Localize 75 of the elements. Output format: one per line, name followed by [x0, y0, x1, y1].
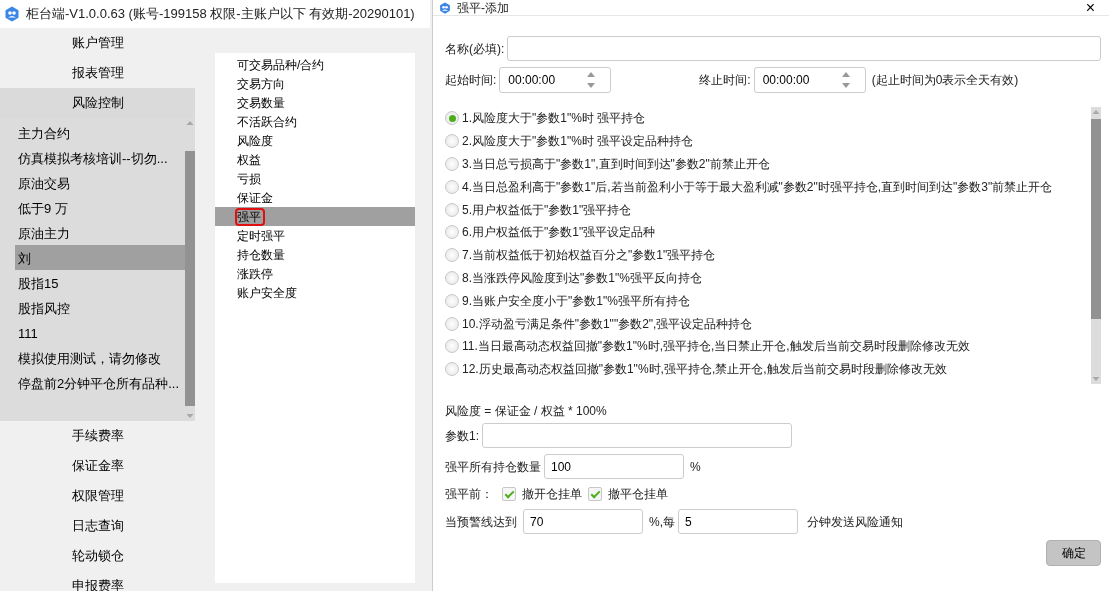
list-item[interactable]: 强平	[215, 207, 415, 226]
radio-option[interactable]: 2.风险度大于"参数1"%时 强平设定品种持仓	[445, 129, 1101, 153]
list-item[interactable]: 亏损	[215, 169, 415, 188]
checkbox-label: 撤开仓挂单	[522, 486, 582, 503]
nav-item[interactable]: 保证金率	[0, 451, 195, 481]
list-item[interactable]: 原油交易	[15, 170, 185, 195]
radio-option[interactable]: 5.用户权益低于"参数1"强平持仓	[445, 198, 1101, 221]
unit-label: %,每	[649, 513, 675, 531]
time-spinner[interactable]: 00:00:00	[753, 67, 866, 93]
radio-option[interactable]: 6.用户权益低于"参数1"强平设定品种	[445, 221, 1101, 244]
input-field[interactable]	[507, 36, 1101, 61]
list-item[interactable]: 持仓数量	[215, 245, 415, 264]
hint-text: (起止时间为0表示全天有效)	[871, 72, 1019, 89]
list-item[interactable]: 原油主力	[15, 220, 185, 245]
formula-text: 风险度 = 保证金 / 权益 * 100%	[445, 403, 608, 420]
list-item[interactable]: 账户安全度	[215, 283, 415, 302]
window-title: 柜台端-V1.0.0.63 (账号-199158 权限-主账户以下 有效期-20290101)	[26, 5, 415, 24]
nav-item[interactable]: 轮动锁仓	[0, 541, 195, 571]
field-label: 当预警线达到	[445, 513, 517, 531]
radio-option[interactable]: 1.风险度大于"参数1"%时 强平持仓	[445, 107, 1101, 130]
app-icon	[4, 6, 20, 22]
radio-option[interactable]: 8.当涨跌停风险度到达"参数1"%强平反向持仓	[445, 266, 1101, 290]
nav-item[interactable]: 账户管理	[0, 28, 195, 58]
radio-option[interactable]: 11.当日最高动态权益回撤"参数1"%时,强平持仓,当日禁止开仓,触发后当前交易时段删除修改无效	[445, 334, 1101, 358]
list-item[interactable]: 交易数量	[215, 93, 415, 112]
checkbox[interactable]	[588, 487, 602, 501]
checkbox-label: 撤平仓挂单	[608, 486, 668, 503]
list-item[interactable]: 涨跌停	[215, 264, 415, 283]
time-spinner[interactable]: 00:00:00	[499, 67, 612, 93]
list-item[interactable]: 股指15	[15, 270, 185, 295]
input-field[interactable]: 70	[523, 509, 643, 534]
list-item[interactable]: 停盘前2分钟平仓所有品种...	[15, 370, 185, 395]
nav-item[interactable]: 报表管理	[0, 58, 195, 88]
scrollbar[interactable]	[1091, 107, 1101, 384]
field-label: 参数1:	[445, 427, 479, 445]
list-item[interactable]: 定时强平	[215, 226, 415, 245]
list-item[interactable]: 股指风控	[15, 295, 185, 320]
nav-item[interactable]: 权限管理	[0, 481, 195, 511]
ok-button[interactable]: 确定	[1046, 540, 1101, 566]
list-item[interactable]: 主力合约	[15, 120, 185, 145]
list-item[interactable]: 权益	[215, 150, 415, 169]
list-item[interactable]: 风险度	[215, 131, 415, 150]
nav-item[interactable]: 手续费率	[0, 421, 195, 451]
nav-item[interactable]: 日志查询	[0, 511, 195, 541]
list-item[interactable]: 可交易品种/合约	[215, 55, 415, 74]
field-label: 强平前：	[445, 486, 493, 503]
field-label: 起始时间:	[445, 72, 497, 89]
field-label: 名称(必填):	[445, 40, 505, 58]
list-item[interactable]: 111	[15, 320, 185, 345]
dialog-title: 强平-添加	[457, 1, 509, 14]
unit-label: %	[690, 458, 701, 476]
list-item[interactable]: 交易方向	[215, 74, 415, 93]
list-item[interactable]: 不活跃合约	[215, 112, 415, 131]
input-field[interactable]: 5	[678, 509, 798, 534]
field-label: 分钟发送风险通知	[807, 513, 903, 531]
spin-arrows-icon[interactable]	[840, 70, 851, 90]
field-label: 终止时间:	[699, 72, 751, 89]
spin-arrows-icon[interactable]	[586, 70, 597, 90]
list-item[interactable]: 刘	[15, 245, 185, 270]
checkbox[interactable]	[502, 487, 516, 501]
radio-option[interactable]: 12.历史最高动态权益回撤"参数1"%时,强平持仓,禁止开仓,触发后当前交易时段删除修改无效	[445, 357, 1101, 381]
list-item[interactable]: 低于9 万	[15, 195, 185, 220]
radio-option[interactable]: 9.当账户安全度小于"参数1"%强平所有持仓	[445, 289, 1101, 313]
radio-option[interactable]: 3.当日总亏损高于"参数1",直到时间到达"参数2"前禁止开仓	[445, 152, 1101, 176]
input-field[interactable]	[482, 423, 792, 448]
radio-option[interactable]: 7.当前权益低于初始权益百分之"参数1"强平持仓	[445, 243, 1101, 267]
close-button[interactable]: ×	[1085, 0, 1095, 15]
list-item[interactable]: 模拟使用测试，请勿修改	[15, 345, 185, 370]
input-field[interactable]: 100	[544, 454, 684, 479]
field-label: 强平所有持仓数量	[445, 458, 541, 476]
list-item[interactable]: 仿真模拟考核培训--切勿...	[15, 145, 185, 170]
nav-item[interactable]: 风险控制	[0, 88, 195, 118]
radio-option[interactable]: 4.当日总盈利高于"参数1"后,若当前盈利小于等于最大盈利减"参数2"时强平持仓,直到时间到达"参数3"前禁止开仓	[445, 175, 1101, 199]
radio-option[interactable]: 10.浮动盈亏满足条件"参数1""参数2",强平设定品种持仓	[445, 312, 1101, 335]
list-item[interactable]: 保证金	[215, 188, 415, 207]
